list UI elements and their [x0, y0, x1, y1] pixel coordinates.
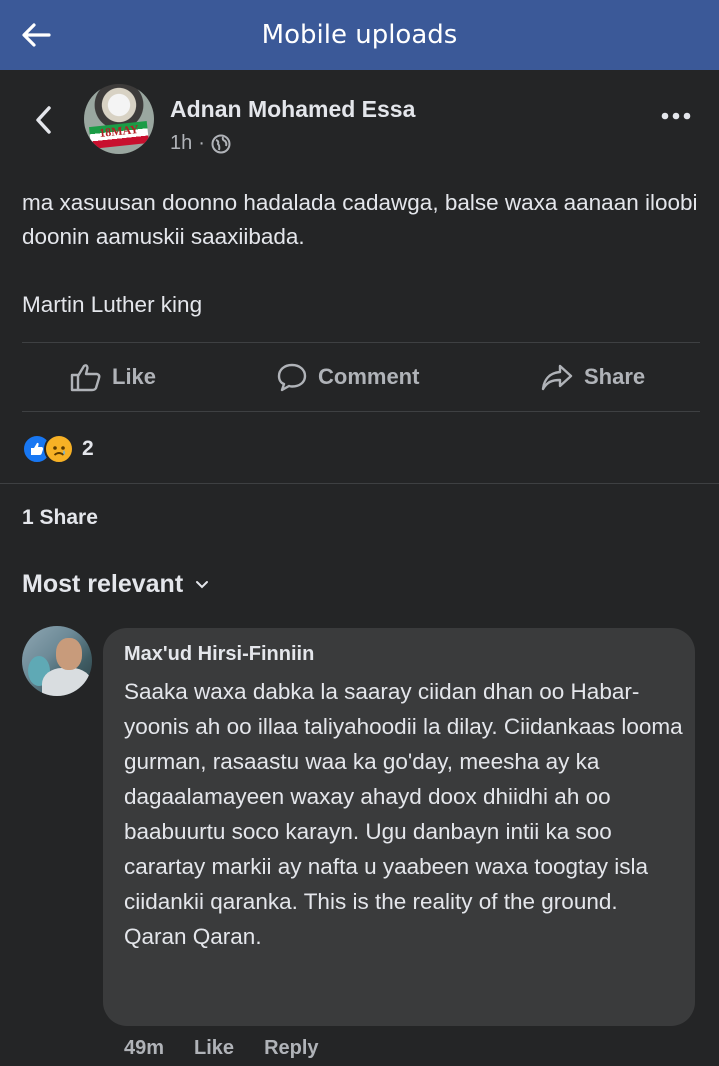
post-time[interactable]: 1h	[170, 132, 192, 155]
share-button[interactable]: Share	[540, 343, 645, 411]
commenter-avatar[interactable]	[22, 626, 92, 696]
reactions-summary[interactable]: 2	[22, 434, 94, 464]
share-arrow-icon	[541, 364, 573, 391]
globe-icon	[211, 134, 231, 153]
comment-bubble-icon	[277, 363, 307, 392]
meta-separator: ·	[198, 132, 205, 154]
like-button[interactable]: Like	[70, 343, 156, 411]
comment-time[interactable]: 49m	[124, 1037, 164, 1060]
top-bar: Mobile uploads	[0, 0, 719, 70]
more-dots-icon	[661, 112, 691, 120]
post-quote-author: Martin Luther king	[22, 292, 203, 317]
post-action-bar: Like Comment Share	[22, 342, 700, 412]
comment-bubble: Max'ud Hirsi-Finniin Saaka waxa dabka la…	[103, 628, 695, 1026]
share-count[interactable]: 1 Share	[22, 506, 98, 530]
comment-author-name[interactable]: Max'ud Hirsi-Finniin	[124, 643, 314, 666]
author-avatar[interactable]: 18MAY	[84, 84, 154, 154]
share-label: Share	[584, 364, 646, 389]
comment-like-button[interactable]: Like	[194, 1037, 234, 1060]
avatar-figure-body	[42, 668, 92, 696]
comment-reply-button[interactable]: Reply	[264, 1037, 318, 1060]
arrow-left-icon	[22, 23, 51, 47]
comment-actions: 49m Like Reply	[124, 1037, 319, 1060]
sort-label: Most relevant	[22, 570, 184, 598]
back-button[interactable]	[18, 18, 54, 52]
chevron-down-icon	[196, 580, 209, 588]
more-options-button[interactable]	[659, 106, 693, 126]
page-title: Mobile uploads	[261, 20, 458, 50]
chevron-left-icon	[36, 106, 51, 134]
comment-label: Comment	[318, 364, 420, 389]
post-body: ma xasuusan doonno hadalada cadawga, bal…	[22, 186, 702, 322]
section-divider	[0, 483, 719, 484]
post-header: 18MAY Adnan Mohamed Essa 1h ·	[0, 80, 719, 160]
comment-sort-dropdown[interactable]: Most relevant	[22, 570, 209, 599]
post-meta: 1h ·	[170, 132, 231, 155]
sad-reaction-icon	[44, 434, 74, 464]
comment-button[interactable]: Comment	[276, 343, 419, 411]
avatar-figure-face	[56, 638, 82, 670]
post-text: ma xasuusan doonno hadalada cadawga, bal…	[22, 190, 698, 249]
like-label: Like	[112, 364, 157, 389]
post-author-name[interactable]: Adnan Mohamed Essa	[170, 96, 415, 123]
thumbs-up-icon	[70, 364, 101, 392]
comment-text: Saaka waxa dabka la saaray ciidan dhan o…	[124, 679, 683, 949]
reaction-count: 2	[82, 437, 94, 460]
post-back-button[interactable]	[28, 102, 58, 138]
